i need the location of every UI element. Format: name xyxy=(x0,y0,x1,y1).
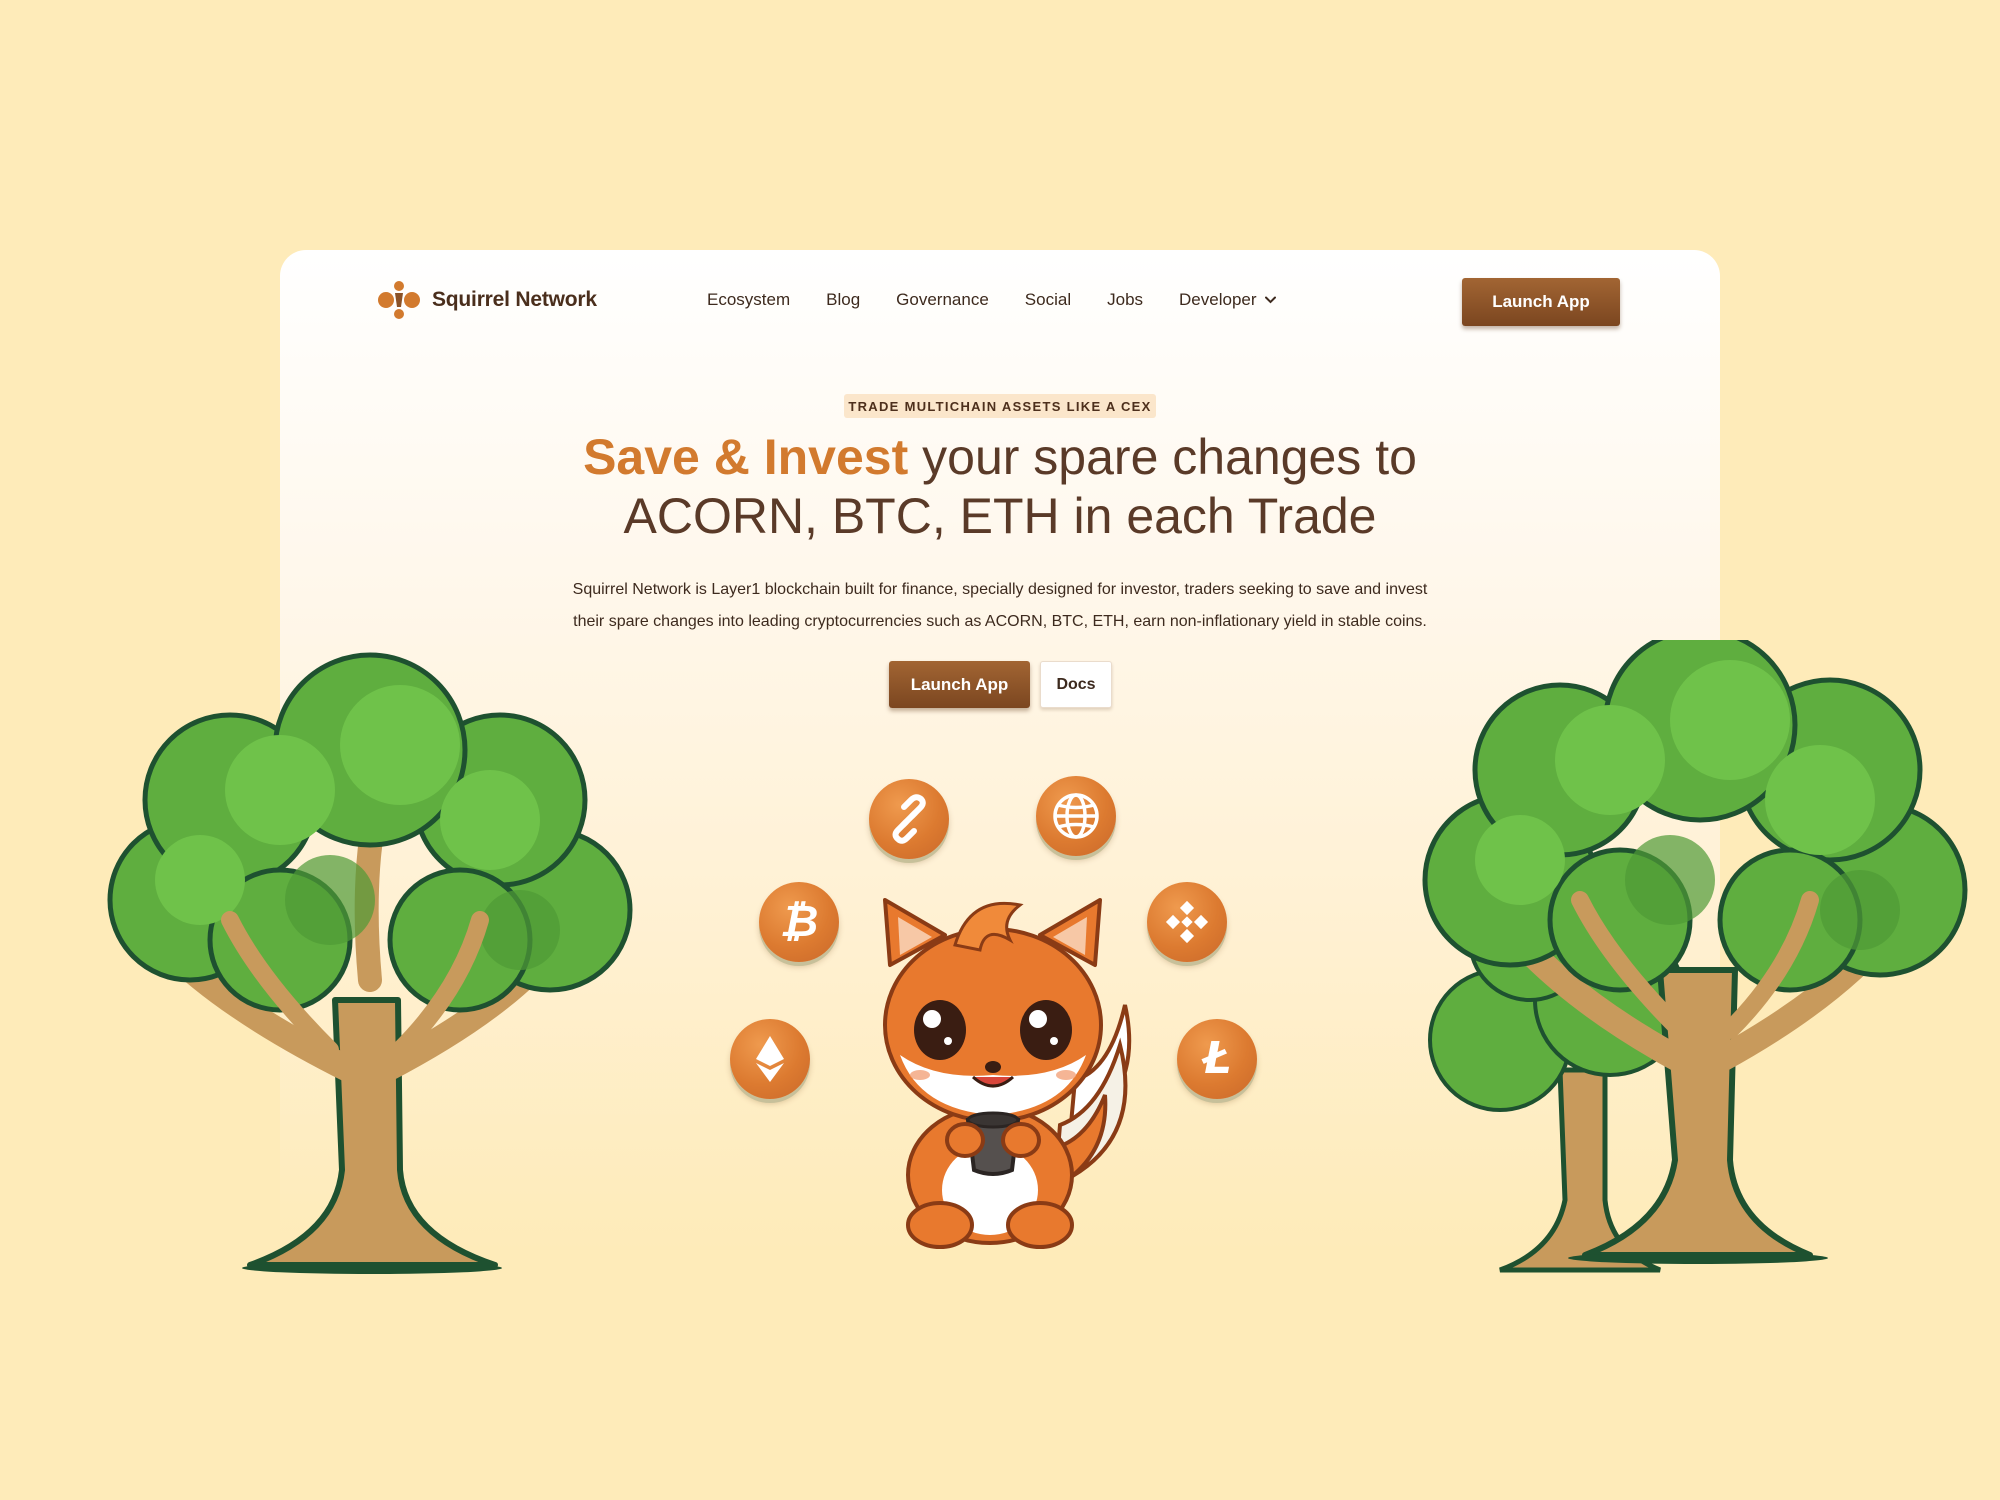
ethereum-icon xyxy=(756,1036,784,1082)
brand-name: Squirrel Network xyxy=(432,288,597,311)
coin-globe xyxy=(1036,776,1116,856)
nav-item-label: Blog xyxy=(826,290,861,309)
brand-logo[interactable]: Squirrel Network xyxy=(378,280,597,320)
coin-litecoin: Ł xyxy=(1177,1019,1257,1099)
nav-item-label: Social xyxy=(1024,290,1072,309)
bitcoin-icon: ₿ xyxy=(779,896,819,947)
nav-item-jobs[interactable]: Jobs xyxy=(1107,290,1143,310)
tree-right-illustration xyxy=(1422,640,1968,1273)
chain-link-icon xyxy=(892,794,926,844)
hero-docs-button[interactable]: Docs xyxy=(1040,661,1112,708)
headline-line2: ACORN, BTC, ETH in each Trade xyxy=(623,488,1377,544)
nav-item-label: Developer xyxy=(1179,290,1257,309)
acorn-logo-icon xyxy=(378,281,420,319)
chevron-down-icon xyxy=(1264,296,1276,304)
nav-launch-app-button[interactable]: Launch App xyxy=(1462,278,1620,326)
hero-badge: TRADE MULTICHAIN ASSETS LIKE A CEX xyxy=(844,394,1156,418)
nav-item-social[interactable]: Social xyxy=(1025,290,1071,310)
main-nav: Ecosystem Blog Governance Social Jobs De… xyxy=(707,290,1276,310)
nav-item-ecosystem[interactable]: Ecosystem xyxy=(707,290,790,310)
coin-chain-link xyxy=(869,779,949,859)
coin-ethereum xyxy=(730,1019,810,1099)
nav-item-label: Jobs xyxy=(1107,290,1144,309)
tree-left-illustration xyxy=(107,652,633,1274)
nav-item-label: Ecosystem xyxy=(707,290,791,309)
nav-item-label: Governance xyxy=(896,290,989,309)
headline-accent: Save & Invest xyxy=(583,429,909,485)
nav-item-blog[interactable]: Blog xyxy=(826,290,860,310)
bnb-icon xyxy=(1165,900,1209,944)
globe-icon xyxy=(1053,793,1099,839)
description-line1: Squirrel Network is Layer1 blockchain bu… xyxy=(572,581,1428,598)
hero-headline: Save & Invest your spare changes to ACORN… xyxy=(0,428,2000,546)
litecoin-icon: Ł xyxy=(1202,1033,1232,1084)
nav-item-developer[interactable]: Developer xyxy=(1179,290,1276,310)
description-line2: their spare changes into leading cryptoc… xyxy=(573,613,1427,630)
hero-description: Squirrel Network is Layer1 blockchain bu… xyxy=(500,574,1500,638)
coin-bnb xyxy=(1147,882,1227,962)
squirrel-mascot-illustration xyxy=(883,898,1132,1249)
headline-line1-rest: your spare changes to xyxy=(908,429,1417,485)
hero-launch-app-button[interactable]: Launch App xyxy=(889,661,1030,708)
coin-bitcoin: ₿ xyxy=(759,882,839,962)
nav-item-governance[interactable]: Governance xyxy=(896,290,989,310)
